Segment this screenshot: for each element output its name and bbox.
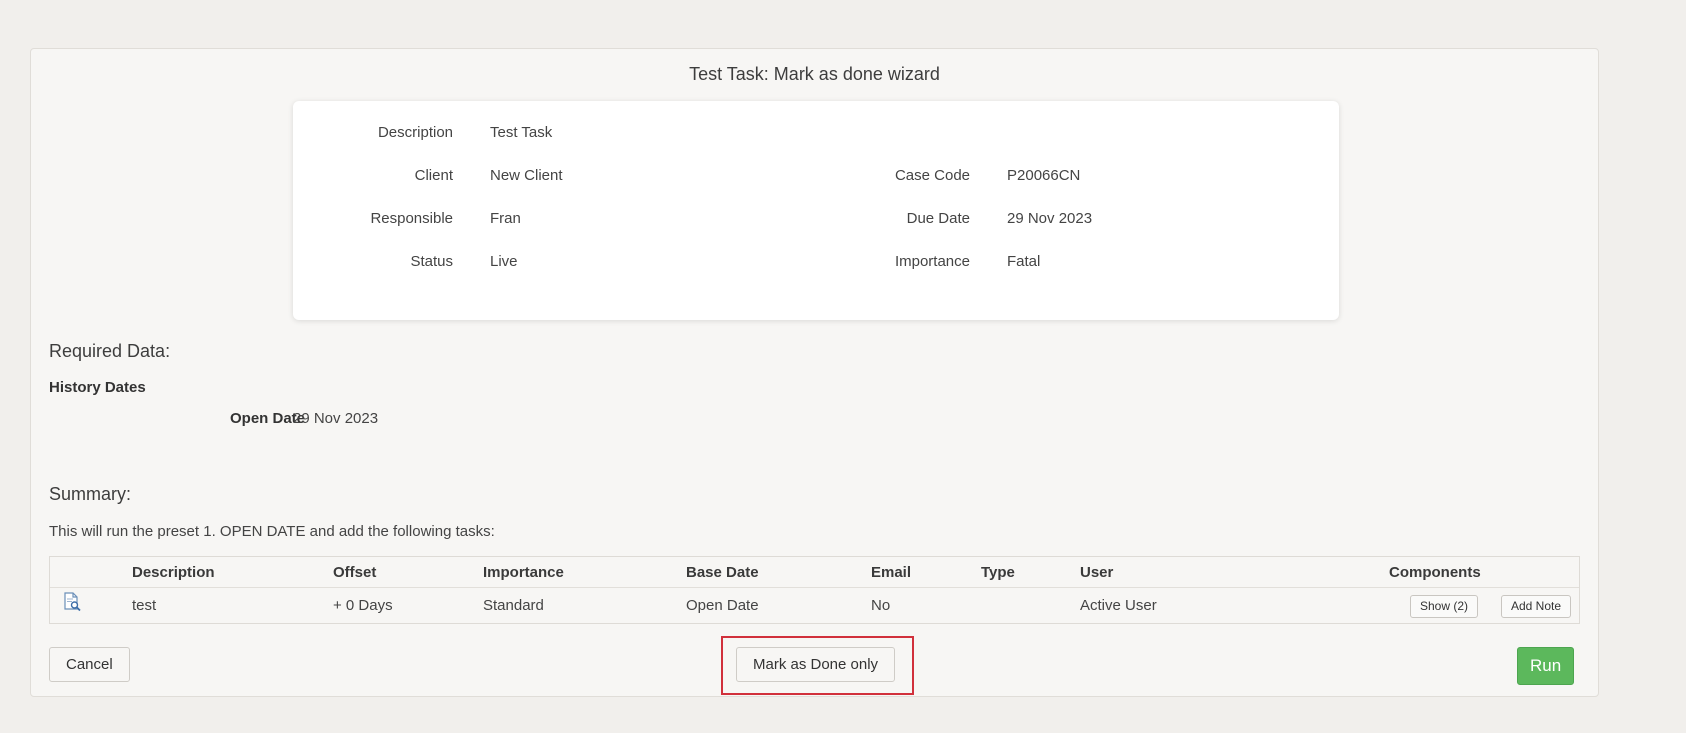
column-header-importance: Importance — [483, 564, 564, 581]
summary-text: This will run the preset 1. OPEN DATE an… — [49, 523, 495, 540]
due-date-label: Due Date — [906, 210, 970, 227]
status-label: Status — [410, 253, 453, 270]
open-date-label: Open Date — [229, 410, 305, 427]
client-label: Client — [414, 167, 453, 184]
task-details-card: Description Test Task Client New Client … — [293, 101, 1339, 320]
column-header-components: Components — [1389, 564, 1481, 581]
column-header-type: Type — [981, 564, 1015, 581]
run-button[interactable]: Run — [1517, 647, 1575, 685]
column-header-offset: Offset — [333, 564, 377, 581]
client-row: Client New Client Case Code P20066CN — [293, 166, 1339, 186]
row-importance: Standard — [483, 597, 544, 614]
row-base-date: Open Date — [686, 597, 759, 614]
description-row: Description Test Task — [293, 123, 1339, 143]
column-header-description: Description — [132, 564, 215, 581]
responsible-row: Responsible Fran Due Date 29 Nov 2023 — [293, 209, 1339, 229]
cancel-button[interactable]: Cancel — [49, 647, 130, 682]
wizard-title: Test Task: Mark as done wizard — [689, 64, 940, 84]
responsible-value: Fran — [490, 210, 521, 227]
summary-heading: Summary: — [49, 484, 132, 504]
due-date-value: 29 Nov 2023 — [1007, 210, 1093, 227]
tasks-table: Description Offset Importance Base Date … — [49, 556, 1580, 624]
status-value: Live — [490, 253, 518, 270]
client-value: New Client — [490, 167, 563, 184]
row-user: Active User — [1080, 597, 1157, 614]
case-code-value: P20066CN — [1007, 167, 1081, 184]
row-description: test — [132, 597, 157, 614]
column-header-base-date: Base Date — [686, 564, 759, 581]
importance-value: Fatal — [1007, 253, 1041, 270]
case-code-label: Case Code — [894, 167, 970, 184]
wizard-panel: Test Task: Mark as done wizard Descripti… — [30, 48, 1599, 697]
row-email: No — [871, 597, 891, 614]
mark-as-done-only-button[interactable]: Mark as Done only — [736, 647, 896, 682]
importance-label: Importance — [894, 253, 970, 270]
column-header-user: User — [1080, 564, 1114, 581]
required-data-heading: Required Data: — [49, 341, 171, 361]
description-label: Description — [377, 124, 453, 141]
status-row: Status Live Importance Fatal — [293, 252, 1339, 272]
table-header: Description Offset Importance Base Date … — [50, 557, 1579, 588]
document-search-icon[interactable] — [62, 592, 82, 612]
history-dates-label: History Dates — [49, 379, 146, 396]
show-components-button[interactable]: Show (2) — [1410, 595, 1479, 618]
description-value: Test Task — [490, 124, 553, 141]
row-offset: + 0 Days — [333, 597, 393, 614]
responsible-label: Responsible — [370, 210, 453, 227]
column-header-email: Email — [871, 564, 912, 581]
add-note-button[interactable]: Add Note — [1501, 595, 1572, 618]
open-date-value: 29 Nov 2023 — [293, 410, 379, 427]
